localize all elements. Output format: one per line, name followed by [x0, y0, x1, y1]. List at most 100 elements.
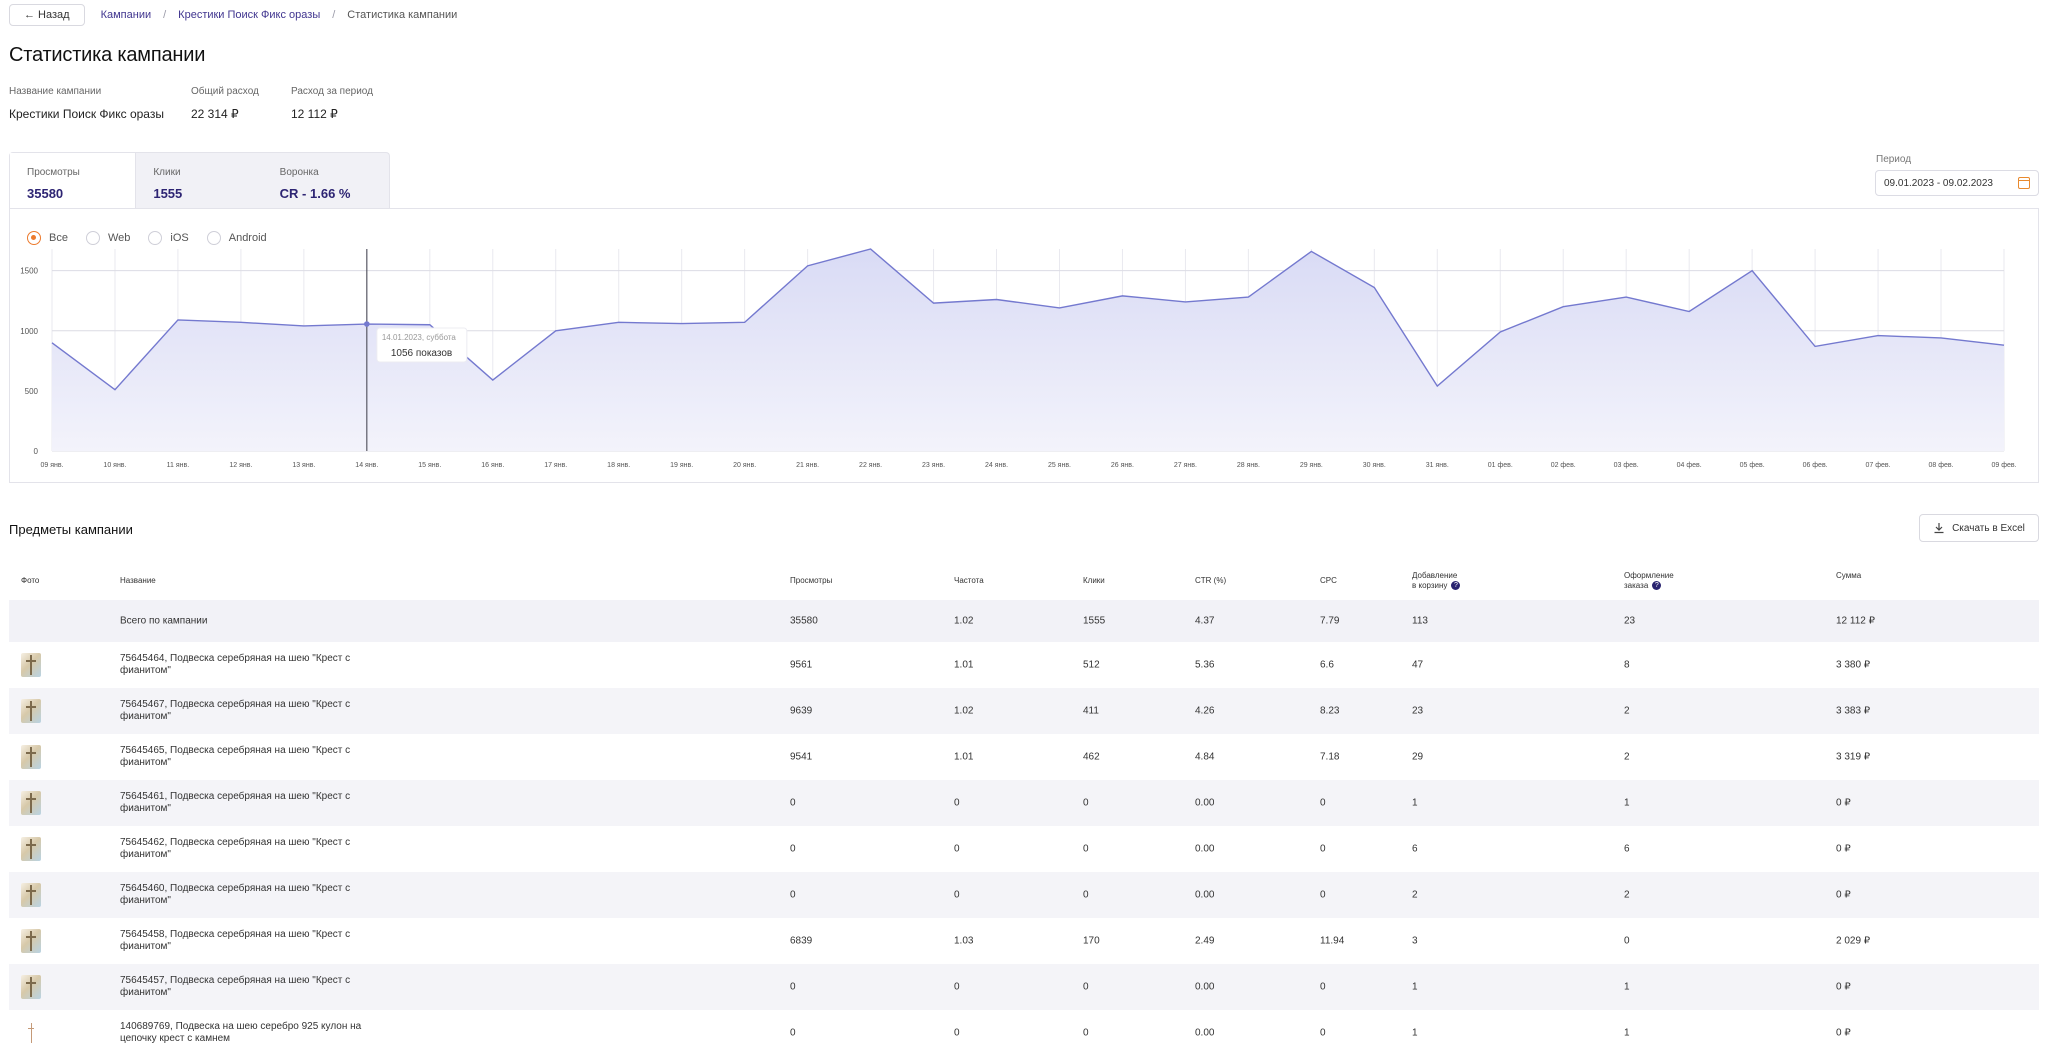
- header-views[interactable]: Просмотры: [790, 576, 832, 586]
- header-cpc[interactable]: CPC: [1320, 576, 1337, 586]
- cell-cpc: 11.94: [1320, 935, 1345, 947]
- product-thumbnail[interactable]: [21, 791, 41, 815]
- header-add-to-cart-line2: в корзину: [1412, 581, 1448, 590]
- header-order[interactable]: Оформление заказа?: [1624, 571, 1674, 591]
- x-tick-label: 16 янв.: [481, 462, 504, 469]
- product-thumbnail[interactable]: [21, 883, 41, 907]
- table-row[interactable]: 75645457, Подвеска серебряная на шею "Кр…: [9, 964, 2039, 1010]
- table-row[interactable]: 75645458, Подвеска серебряная на шею "Кр…: [9, 918, 2039, 964]
- product-name[interactable]: 140689769, Подвеска на шею серебро 925 к…: [120, 1021, 370, 1045]
- cell-cart: 6: [1412, 843, 1418, 855]
- table-row[interactable]: 75645465, Подвеска серебряная на шею "Кр…: [9, 734, 2039, 780]
- total-add-to-cart: 113: [1412, 615, 1428, 627]
- breadcrumb-separator: /: [332, 9, 336, 21]
- calendar-icon[interactable]: [2018, 177, 2030, 189]
- product-name-line1: 75645462, Подвеска серебряная на шею "Кр…: [120, 837, 351, 848]
- product-name[interactable]: 75645457, Подвеска серебряная на шею "Кр…: [120, 975, 370, 999]
- period-spend-label: Расход за период: [291, 86, 373, 97]
- table-row[interactable]: 75645467, Подвеска серебряная на шею "Кр…: [9, 688, 2039, 734]
- tab-clicks[interactable]: Клики 1555: [136, 153, 262, 209]
- tab-views[interactable]: Просмотры 35580: [10, 153, 137, 211]
- tab-clicks-label: Клики: [153, 167, 181, 178]
- help-icon[interactable]: ?: [1652, 581, 1662, 591]
- total-clicks: 1555: [1083, 615, 1106, 627]
- breadcrumb-campaign[interactable]: Крестики Поиск Фикс оразы: [178, 9, 320, 21]
- cell-order: 1: [1624, 981, 1630, 993]
- product-name[interactable]: 75645467, Подвеска серебряная на шею "Кр…: [120, 699, 370, 723]
- campaign-name-block: Название кампании Крестики Поиск Фикс ор…: [9, 86, 164, 121]
- cell-cart: 1: [1412, 1027, 1418, 1039]
- product-name[interactable]: 75645461, Подвеска серебряная на шею "Кр…: [120, 791, 370, 815]
- product-name[interactable]: 75645464, Подвеска серебряная на шею "Кр…: [120, 653, 370, 677]
- header-name[interactable]: Название: [120, 576, 156, 586]
- period-picker[interactable]: 09.01.2023 - 09.02.2023: [1875, 170, 2039, 196]
- product-name[interactable]: 75645465, Подвеска серебряная на шею "Кр…: [120, 745, 370, 769]
- breadcrumb-current: Статистика кампании: [347, 9, 458, 21]
- cell-cpc: 6.6: [1320, 659, 1334, 671]
- product-thumbnail[interactable]: [21, 653, 41, 677]
- back-button[interactable]: ← Назад: [9, 4, 85, 26]
- product-name[interactable]: 75645458, Подвеска серебряная на шею "Кр…: [120, 929, 370, 953]
- header-add-to-cart-line1: Добавление: [1412, 571, 1458, 580]
- cell-ctr: 4.26: [1195, 705, 1215, 717]
- product-name-line1: 75645460, Подвеска серебряная на шею "Кр…: [120, 883, 351, 894]
- table-row[interactable]: 75645460, Подвеска серебряная на шею "Кр…: [9, 872, 2039, 918]
- campaign-name-value: Крестики Поиск Фикс оразы: [9, 107, 164, 121]
- product-name[interactable]: 75645462, Подвеска серебряная на шею "Кр…: [120, 837, 370, 861]
- cell-sum: 0 ₽: [1836, 981, 1851, 993]
- header-clicks[interactable]: Клики: [1083, 576, 1105, 586]
- x-tick-label: 24 янв.: [985, 462, 1008, 469]
- x-tick-label: 13 янв.: [292, 462, 315, 469]
- breadcrumb-separator: /: [163, 9, 167, 21]
- table-row[interactable]: 140689769, Подвеска на шею серебро 925 к…: [9, 1010, 2039, 1056]
- breadcrumb-campaigns[interactable]: Кампании: [101, 9, 152, 21]
- cell-cpc: 0: [1320, 797, 1326, 809]
- x-tick-label: 20 янв.: [733, 462, 756, 469]
- table-body: 75645464, Подвеска серебряная на шею "Кр…: [9, 642, 2039, 1056]
- header-ctr[interactable]: CTR (%): [1195, 576, 1226, 586]
- x-tick-label: 02 фев.: [1551, 462, 1576, 469]
- product-thumbnail[interactable]: [21, 837, 41, 861]
- table-row[interactable]: 75645464, Подвеска серебряная на шею "Кр…: [9, 642, 2039, 688]
- x-tick-label: 18 янв.: [607, 462, 630, 469]
- header-frequency[interactable]: Частота: [954, 576, 984, 586]
- product-name-line1: 140689769, Подвеска на шею серебро 925 к…: [120, 1021, 362, 1032]
- cell-clicks: 0: [1083, 981, 1089, 993]
- x-tick-label: 12 янв.: [229, 462, 252, 469]
- download-icon: [1934, 523, 1944, 534]
- product-thumbnail[interactable]: [21, 929, 41, 953]
- tab-funnel[interactable]: Воронка CR - 1.66 %: [263, 153, 389, 209]
- table-row[interactable]: 75645462, Подвеска серебряная на шею "Кр…: [9, 826, 2039, 872]
- product-thumbnail[interactable]: [21, 745, 41, 769]
- cell-views: 0: [790, 843, 796, 855]
- product-thumbnail[interactable]: [21, 1021, 41, 1045]
- cell-clicks: 462: [1083, 751, 1100, 763]
- tab-clicks-value: 1555: [153, 186, 183, 201]
- product-name-line2: фианитом": [120, 757, 171, 768]
- views-chart[interactable]: 0 500 1000 1500 09 янв. 10 янв. 11 янв. 12 янв.…: [10, 209, 2040, 484]
- cell-clicks: 170: [1083, 935, 1100, 947]
- table-row[interactable]: 75645461, Подвеска серебряная на шею "Кр…: [9, 780, 2039, 826]
- top-bar: ← Назад Кампании / Крестики Поиск Фикс о…: [9, 4, 457, 26]
- total-name: Всего по кампании: [120, 615, 208, 627]
- cell-freq: 1.03: [954, 935, 974, 947]
- product-name-line1: 75645458, Подвеска серебряная на шею "Кр…: [120, 929, 351, 940]
- header-add-to-cart[interactable]: Добавление в корзину?: [1412, 571, 1461, 591]
- product-thumbnail[interactable]: [21, 699, 41, 723]
- total-spend-value: 22 314 ₽: [191, 107, 239, 121]
- cell-freq: 0: [954, 843, 960, 855]
- cell-views: 0: [790, 889, 796, 901]
- product-name-line2: фианитом": [120, 711, 171, 722]
- cell-views: 0: [790, 797, 796, 809]
- cell-ctr: 0.00: [1195, 843, 1215, 855]
- cell-ctr: 4.84: [1195, 751, 1215, 763]
- download-excel-button[interactable]: Скачать в Excel: [1919, 514, 2039, 542]
- help-icon[interactable]: ?: [1451, 581, 1461, 591]
- cell-order: 2: [1624, 889, 1630, 901]
- cell-cpc: 8.23: [1320, 705, 1340, 717]
- product-thumbnail[interactable]: [21, 975, 41, 999]
- cell-sum: 3 383 ₽: [1836, 705, 1871, 717]
- cell-views: 9561: [790, 659, 813, 671]
- product-name[interactable]: 75645460, Подвеска серебряная на шею "Кр…: [120, 883, 370, 907]
- header-sum[interactable]: Сумма: [1836, 571, 1861, 581]
